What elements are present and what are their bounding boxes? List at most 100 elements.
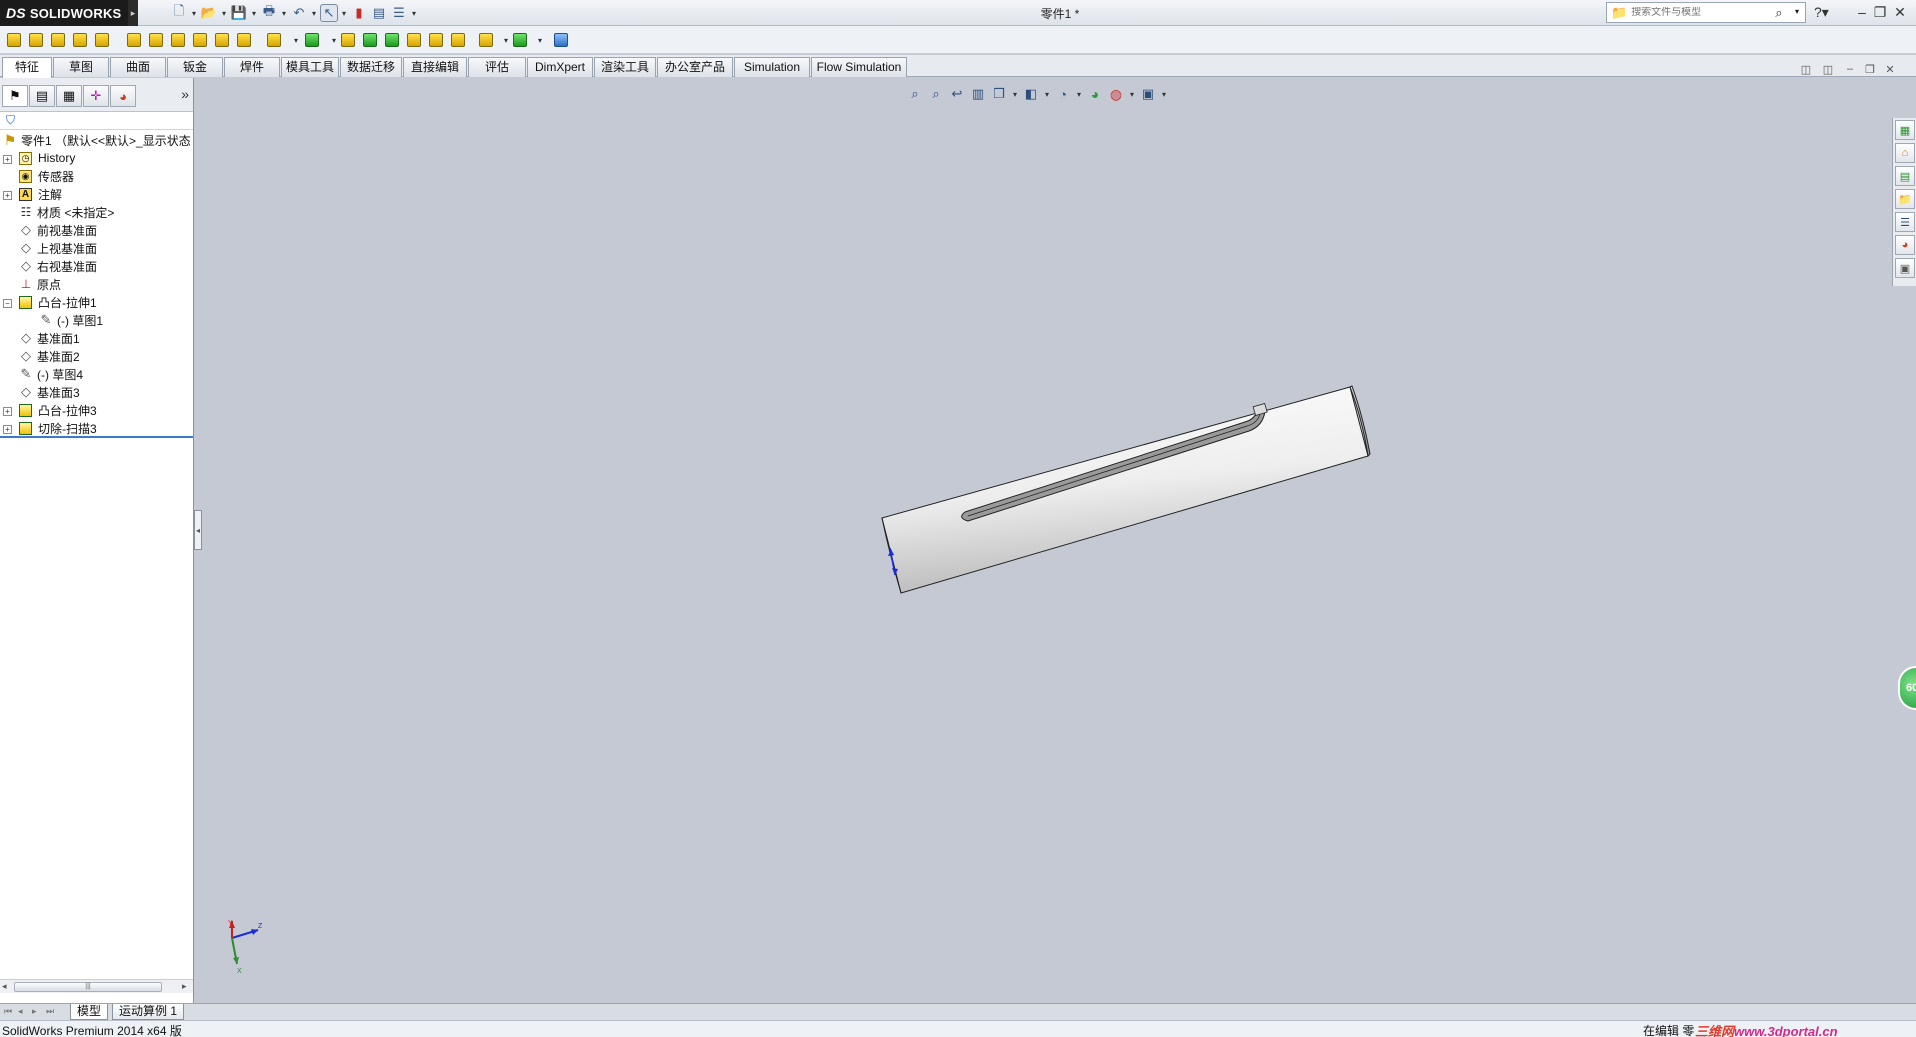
- fillet-icon[interactable]: [264, 30, 284, 50]
- help-icon[interactable]: ?▾: [1814, 4, 1829, 21]
- filter-icon[interactable]: ⛉: [6, 113, 15, 128]
- rollback-bar[interactable]: [0, 436, 193, 438]
- options-icon[interactable]: ☰: [390, 4, 408, 22]
- reference-geometry-icon[interactable]: [476, 30, 496, 50]
- tab-sketch[interactable]: 草图: [53, 57, 109, 77]
- design-library-icon[interactable]: ▤: [1895, 166, 1915, 186]
- select-pointer-icon[interactable]: ↖: [320, 4, 338, 22]
- intersect-icon[interactable]: [426, 30, 446, 50]
- tab-sheet-metal[interactable]: 钣金: [167, 57, 223, 77]
- minimize-button[interactable]: –: [1852, 2, 1872, 22]
- appearances-icon[interactable]: ◕: [1895, 235, 1915, 255]
- tab-simulation[interactable]: Simulation: [734, 57, 810, 77]
- scroll-left-icon[interactable]: ◂: [2, 981, 7, 992]
- tree-item-right-plane[interactable]: ◇ 右视基准面: [18, 257, 97, 275]
- wrap-icon[interactable]: [404, 30, 424, 50]
- solidworks-resources-icon[interactable]: ▦: [1895, 120, 1915, 140]
- chevron-down-icon[interactable]: ▾: [220, 9, 228, 18]
- tree-item-plane2[interactable]: ◇ 基准面2: [18, 347, 80, 365]
- viewport-restore-icon[interactable]: ❐: [1862, 63, 1878, 76]
- lofted-boss-icon[interactable]: [70, 30, 90, 50]
- tab-mold-tools[interactable]: 模具工具: [281, 57, 339, 77]
- open-folder-icon[interactable]: 📂: [200, 4, 218, 22]
- tree-item-boss-extrude3[interactable]: 凸台-拉伸3: [18, 401, 97, 419]
- swept-boss-icon[interactable]: [48, 30, 68, 50]
- tree-item-annotations[interactable]: A 注解: [18, 185, 62, 203]
- prev-tab-icon[interactable]: ◂: [18, 1006, 23, 1017]
- part-model[interactable]: [202, 78, 1892, 1003]
- extruded-boss-icon[interactable]: [4, 30, 24, 50]
- mirror-icon[interactable]: [448, 30, 468, 50]
- tab-data-migration[interactable]: 数据迁移: [340, 57, 402, 77]
- tab-weldments[interactable]: 焊件: [224, 57, 280, 77]
- hole-wizard-icon[interactable]: [146, 30, 166, 50]
- dimxpert-manager-tab-icon[interactable]: ✛: [83, 85, 109, 107]
- chevron-down-icon[interactable]: ▾: [340, 9, 348, 18]
- expand-toggle-icon[interactable]: +: [3, 425, 12, 434]
- restore-button[interactable]: ❐: [1870, 2, 1890, 22]
- tree-item-material[interactable]: ☷ 材质 <未指定>: [18, 203, 115, 221]
- undo-icon[interactable]: ↶: [290, 4, 308, 22]
- tree-item-cut-sweep3[interactable]: 切除-扫描3: [18, 419, 97, 437]
- close-button[interactable]: ✕: [1890, 2, 1910, 22]
- lofted-cut-icon[interactable]: [212, 30, 232, 50]
- next-tab-icon[interactable]: ▸: [32, 1006, 37, 1017]
- revolved-boss-icon[interactable]: [26, 30, 46, 50]
- configuration-manager-tab-icon[interactable]: ▦: [56, 85, 82, 107]
- scroll-thumb[interactable]: |||: [14, 982, 162, 992]
- chevron-down-icon[interactable]: ▾: [310, 9, 318, 18]
- feature-manager-tab-icon[interactable]: ⚑: [2, 85, 28, 107]
- rebuild-icon[interactable]: ▮: [350, 4, 368, 22]
- curves-icon[interactable]: [510, 30, 530, 50]
- print-icon[interactable]: 🖶: [260, 3, 278, 22]
- expand-panel-icon[interactable]: »: [181, 86, 189, 102]
- tree-root[interactable]: ⚑ 零件1 （默认<<默认>_显示状态: [2, 131, 191, 149]
- tree-item-history[interactable]: ◷ History: [18, 149, 75, 167]
- tab-model[interactable]: 模型: [70, 1004, 109, 1020]
- scroll-right-icon[interactable]: ▸: [182, 981, 187, 992]
- file-properties-icon[interactable]: ▤: [370, 4, 388, 22]
- view-palette-icon[interactable]: ☰: [1895, 212, 1915, 232]
- viewport-tile-icon[interactable]: ◫: [1820, 63, 1836, 76]
- tab-direct-editing[interactable]: 直接编辑: [403, 57, 467, 77]
- chevron-down-icon[interactable]: ▾: [530, 30, 550, 50]
- logo-menu-arrow-icon[interactable]: ▸: [128, 0, 138, 26]
- horizontal-scrollbar[interactable]: ◂ ||| ▸: [0, 979, 193, 993]
- swept-cut-icon[interactable]: [190, 30, 210, 50]
- boundary-boss-icon[interactable]: [92, 30, 112, 50]
- tab-office-products[interactable]: 办公室产品: [657, 57, 733, 77]
- tab-dimxpert[interactable]: DimXpert: [527, 57, 593, 77]
- home-icon[interactable]: ⌂: [1895, 143, 1915, 163]
- search-icon[interactable]: ⌕: [1775, 5, 1782, 21]
- save-icon[interactable]: 💾: [230, 4, 248, 22]
- boundary-cut-icon[interactable]: [234, 30, 254, 50]
- chevron-down-icon[interactable]: ▾: [280, 9, 288, 18]
- tab-flow-simulation[interactable]: Flow Simulation: [811, 57, 907, 77]
- reference-triad[interactable]: Y Z X: [220, 918, 270, 978]
- tree-item-sketch4[interactable]: ✎ (-) 草图4: [18, 365, 83, 383]
- tab-render-tools[interactable]: 渲染工具: [594, 57, 656, 77]
- extruded-cut-icon[interactable]: [124, 30, 144, 50]
- tree-item-sensors[interactable]: ◉ 传感器: [18, 167, 74, 185]
- panel-collapse-handle[interactable]: ◂: [194, 510, 202, 550]
- custom-properties-icon[interactable]: ▣: [1895, 258, 1915, 278]
- tree-filter-row[interactable]: ⛉: [0, 112, 193, 130]
- rib-icon[interactable]: [338, 30, 358, 50]
- chevron-down-icon[interactable]: ▾: [250, 9, 258, 18]
- first-tab-icon[interactable]: ⏮: [4, 1006, 12, 1017]
- new-document-icon[interactable]: 🗋: [170, 3, 188, 22]
- solidworks-logo[interactable]: DS SOLIDWORKS: [0, 0, 128, 26]
- viewport-split-icon[interactable]: ◫: [1798, 63, 1814, 76]
- viewport-close-icon[interactable]: ✕: [1882, 63, 1898, 76]
- graphics-area[interactable]: ⌕ ⌕ ↩ ▥ ❒ ▾ ◧ ▾ ◔ ▾ ◕ ◍ ▾ ▣ ▾ Y Z X: [202, 78, 1892, 1003]
- tree-item-sketch1[interactable]: ✎ (-) 草图1: [38, 311, 103, 329]
- tab-features[interactable]: 特征: [2, 57, 52, 78]
- tree-item-front-plane[interactable]: ◇ 前视基准面: [18, 221, 97, 239]
- linear-pattern-icon[interactable]: [302, 30, 322, 50]
- chevron-down-icon[interactable]: ▾: [410, 9, 418, 18]
- draft-icon[interactable]: [360, 30, 380, 50]
- file-explorer-icon[interactable]: 📁: [1895, 189, 1915, 209]
- property-manager-tab-icon[interactable]: ▤: [29, 85, 55, 107]
- tab-surfaces[interactable]: 曲面: [110, 57, 166, 77]
- search-box[interactable]: 📁 ⌕: [1606, 2, 1806, 23]
